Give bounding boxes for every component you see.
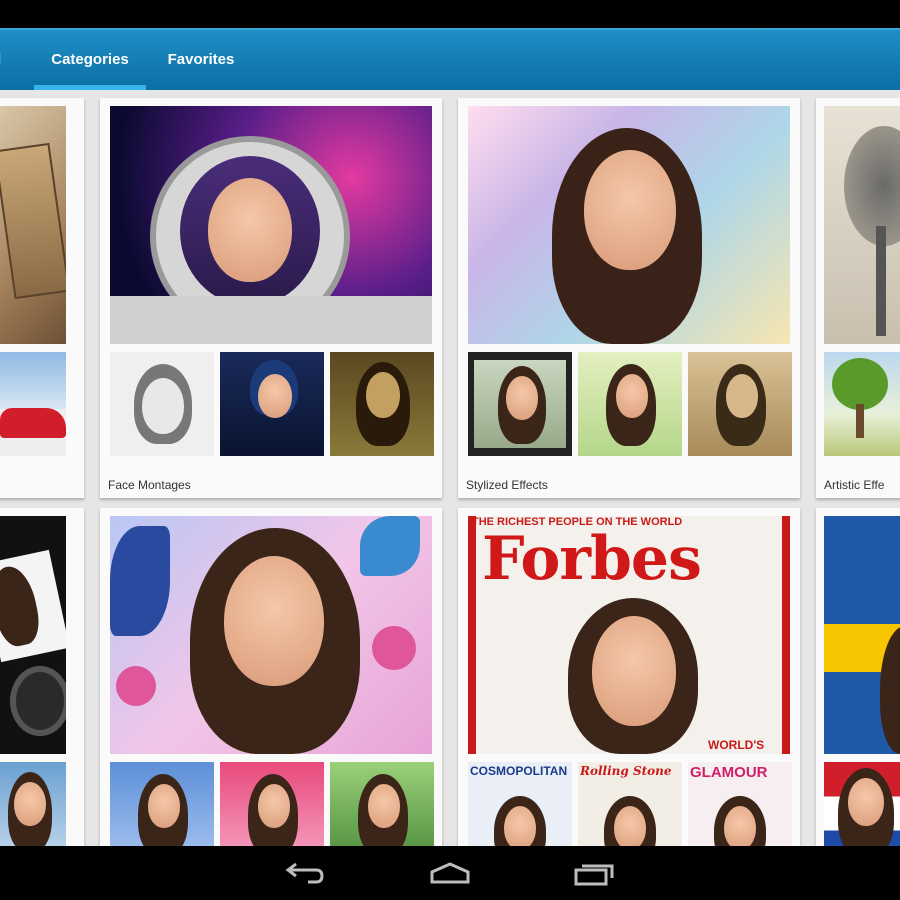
card-thumbnail <box>110 762 214 846</box>
forbes-title: Forbes <box>482 524 702 594</box>
card-hero-image <box>824 516 900 754</box>
category-card-vintage[interactable] <box>0 98 84 498</box>
navigation-bar <box>0 846 900 900</box>
card-label: Artistic Effe <box>824 478 885 492</box>
back-icon[interactable] <box>284 860 328 886</box>
card-thumbnail <box>824 762 900 846</box>
forbes-worlds: WORLD'S <box>708 738 765 752</box>
card-thumbnail: GLAMOUR <box>688 762 792 846</box>
tab-favorites[interactable]: Favorites <box>160 30 242 90</box>
card-hero-image: THE RICHEST PEOPLE ON THE WORLD Forbes W… <box>468 516 790 754</box>
card-hero-image <box>110 516 432 754</box>
category-card-magazine-covers[interactable]: THE RICHEST PEOPLE ON THE WORLD Forbes W… <box>458 508 800 846</box>
card-label: Face Montages <box>108 478 191 492</box>
card-hero-image <box>0 106 66 344</box>
category-grid: Face Montages Stylized Effects Artistic … <box>0 90 900 846</box>
card-thumbnail <box>688 352 792 456</box>
card-thumbnail <box>578 352 682 456</box>
card-thumbnail <box>330 352 434 456</box>
recents-icon[interactable] <box>572 860 616 886</box>
card-thumbnail <box>824 352 900 456</box>
rolling-stone-title: Rolling Stone <box>580 764 672 778</box>
card-thumbnail <box>110 352 214 456</box>
card-thumbnail <box>220 762 324 846</box>
card-thumbnail: COSMOPOLITAN <box>468 762 572 846</box>
status-bar <box>0 0 900 28</box>
cosmopolitan-title: COSMOPOLITAN <box>470 764 568 778</box>
tab-previous[interactable]: d <box>0 30 12 90</box>
card-thumbnail <box>220 352 324 456</box>
card-thumbnail <box>468 352 572 456</box>
category-card-stylized-effects[interactable]: Stylized Effects <box>458 98 800 498</box>
card-hero-image <box>0 516 66 754</box>
card-thumbnail <box>0 762 66 846</box>
category-card-backgrounds[interactable] <box>100 508 442 846</box>
card-hero-image <box>468 106 790 344</box>
card-thumbnail <box>0 352 66 456</box>
card-thumbnail <box>330 762 434 846</box>
category-card-face-montages[interactable]: Face Montages <box>100 98 442 498</box>
card-hero-image <box>824 106 900 344</box>
category-card-photo-frames[interactable] <box>0 508 84 846</box>
card-hero-image <box>110 106 432 344</box>
card-thumbnail: Rolling Stone <box>578 762 682 846</box>
home-icon[interactable] <box>428 860 472 886</box>
card-label: Stylized Effects <box>466 478 548 492</box>
tab-categories[interactable]: Categories <box>34 30 146 90</box>
category-card-artistic-effects[interactable]: Artistic Effe <box>816 98 900 498</box>
category-card-flags[interactable] <box>816 508 900 846</box>
tab-bar: d Categories Favorites <box>0 28 900 90</box>
glamour-title: GLAMOUR <box>690 764 768 781</box>
